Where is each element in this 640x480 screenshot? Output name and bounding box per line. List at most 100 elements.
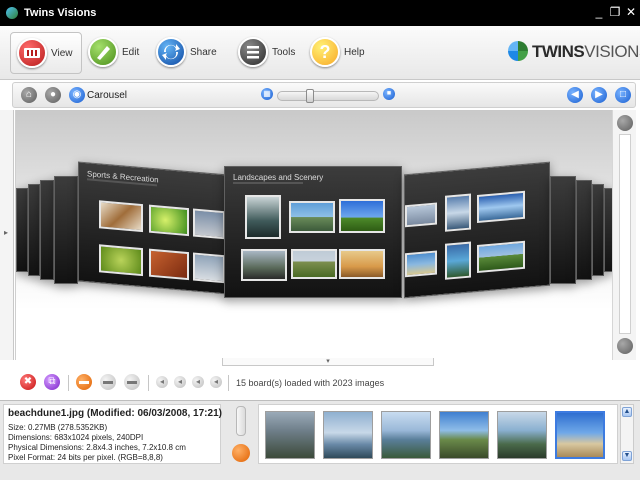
zoom-slider-thumb[interactable]: [306, 89, 314, 103]
scroll-top-button[interactable]: [617, 115, 633, 131]
board-subtitle-bar: [233, 182, 303, 184]
board-thumbnail[interactable]: [99, 244, 143, 277]
ribbon-share-button[interactable]: Share: [150, 32, 224, 74]
toolbar-separator: [148, 375, 149, 391]
board-icon[interactable]: ▬: [76, 374, 92, 390]
brand-logo: TWINSVISIONS: [508, 40, 640, 66]
filmstrip-scrollbar[interactable]: ▲ ▼: [620, 404, 634, 464]
ribbon-help-button[interactable]: ? Help: [304, 32, 374, 74]
board-thumbnail[interactable]: [477, 240, 525, 273]
board-option-icon[interactable]: ▬: [100, 374, 116, 390]
brand-name-bold: TWINS: [532, 42, 585, 61]
action-bar: ✖ ⧉ ▬ ▬ ▬ ◂ ◂ ◂ ◂ 15 board(s) loaded wit…: [12, 370, 636, 396]
rotate-left-icon[interactable]: ◂: [156, 376, 168, 388]
share-arrows-icon: [156, 37, 186, 67]
board-far-left-1[interactable]: [16, 188, 28, 272]
file-info-panel: beachdune1.jpg (Modified: 06/03/2008, 17…: [3, 404, 222, 464]
left-panel-handle[interactable]: ▸: [0, 110, 14, 360]
board-far-right-4[interactable]: [604, 188, 612, 272]
board-landscapes-scenery[interactable]: Landscapes and Scenery: [224, 166, 402, 298]
board-thumbnail[interactable]: [477, 190, 525, 223]
back-button[interactable]: ◀: [567, 87, 583, 103]
board-option-icon[interactable]: ▬: [124, 374, 140, 390]
zoom-out-icon[interactable]: ▦: [261, 88, 273, 100]
app-icon: [6, 7, 18, 19]
board-thumbnail[interactable]: [405, 250, 437, 278]
delete-icon[interactable]: ✖: [20, 374, 36, 390]
ribbon-edit-button[interactable]: Edit: [82, 32, 152, 74]
ribbon-view-button[interactable]: View: [10, 32, 82, 74]
ribbon-help-label: Help: [344, 47, 365, 58]
scrollbar-track[interactable]: [619, 134, 631, 334]
carousel-mode-icon[interactable]: ◉: [69, 87, 85, 103]
carousel-scrollbar[interactable]: [612, 110, 636, 360]
board-thumbnail[interactable]: [339, 249, 385, 279]
fullscreen-button[interactable]: □: [615, 87, 631, 103]
board-thumbnail[interactable]: [445, 241, 471, 280]
ribbon-tools-button[interactable]: Tools: [232, 32, 304, 74]
board-sports-recreation[interactable]: Sports & Recreation: [78, 161, 228, 295]
filmstrip-thumbnail[interactable]: [497, 411, 547, 459]
board-far-right-1[interactable]: [550, 176, 576, 284]
board-far-left-4[interactable]: [54, 176, 78, 284]
brand-logo-icon: [508, 41, 528, 61]
file-pixel-format: Pixel Format: 24 bits per pixel. (RGB=8,…: [8, 453, 163, 462]
filmstrip-thumbnail[interactable]: [323, 411, 373, 459]
rotate-right-icon[interactable]: ◂: [174, 376, 186, 388]
board-thumbnail[interactable]: [405, 202, 437, 228]
board-thumbnail[interactable]: [99, 200, 143, 233]
board-thumbnail[interactable]: [339, 199, 385, 233]
board-thumbnail[interactable]: [193, 208, 225, 240]
ribbon-edit-label: Edit: [122, 47, 140, 58]
board-thumbnail[interactable]: [149, 248, 189, 281]
scroll-bottom-button[interactable]: [617, 338, 633, 354]
filmstrip-thumbnail[interactable]: [265, 411, 315, 459]
view-mode-label[interactable]: Carousel: [87, 90, 127, 101]
filmstrip[interactable]: [258, 404, 618, 464]
title-bar: Twins Visions _ ❐ ✕: [0, 0, 640, 26]
filmstrip-thumbnail[interactable]: [439, 411, 489, 459]
board-thumbnail[interactable]: [241, 249, 287, 281]
board-thumbnail[interactable]: [291, 249, 337, 279]
carousel-area[interactable]: Sports & Recreation Landscapes and Scene…: [15, 110, 612, 360]
minimize-button[interactable]: _: [592, 5, 606, 19]
mirror-icon[interactable]: ◂: [210, 376, 222, 388]
board-far-right-3[interactable]: [592, 184, 604, 276]
viewer-toolbar: ⌂ ● ◉ Carousel ▦ ■ ◀ ▶ □: [12, 82, 636, 108]
help-icon: ?: [310, 37, 340, 67]
thumb-size-knob-icon[interactable]: [232, 444, 250, 462]
brand-name: TWINSVISIONS: [532, 42, 640, 62]
board-thumbnail[interactable]: [149, 204, 189, 237]
board-thumbnail[interactable]: [289, 201, 335, 233]
file-name: beachdune1.jpg (Modified: 06/03/2008, 17…: [8, 408, 222, 419]
scroll-up-icon[interactable]: ▲: [622, 407, 632, 417]
thumb-size-slider[interactable]: [236, 406, 246, 436]
zoom-slider[interactable]: [277, 89, 379, 103]
board-far-left-3[interactable]: [40, 180, 54, 280]
close-button[interactable]: ✕: [624, 5, 638, 19]
scroll-down-icon[interactable]: ▼: [622, 451, 632, 461]
filmstrip-thumbnail[interactable]: [381, 411, 431, 459]
duplicate-icon[interactable]: ⧉: [44, 374, 60, 390]
status-text: 15 board(s) loaded with 2023 images: [236, 378, 385, 388]
board-thumbnail[interactable]: [193, 252, 225, 284]
tools-list-icon: [238, 37, 268, 67]
board-thumbnail[interactable]: [445, 193, 471, 232]
carousel-pull-tab[interactable]: ▾: [222, 358, 434, 366]
restore-button[interactable]: ❐: [608, 5, 622, 19]
forward-button[interactable]: ▶: [591, 87, 607, 103]
record-button[interactable]: ●: [45, 87, 61, 103]
board-right-1[interactable]: [404, 161, 550, 299]
board-thumbnail[interactable]: [245, 195, 281, 239]
board-far-left-2[interactable]: [28, 184, 40, 276]
filmstrip-thumbnail-selected[interactable]: [555, 411, 605, 459]
toolbar-separator: [68, 375, 69, 391]
file-dimensions: Dimensions: 683x1024 pixels, 240DPI: [8, 433, 144, 442]
flip-icon[interactable]: ◂: [192, 376, 204, 388]
board-far-right-2[interactable]: [576, 180, 592, 280]
brush-icon: [88, 37, 118, 67]
zoom-in-icon[interactable]: ■: [383, 88, 395, 100]
home-button[interactable]: ⌂: [21, 87, 37, 103]
file-size: Size: 0.27MB (278.5352KB): [8, 423, 108, 432]
toolbar-separator: [228, 375, 229, 391]
